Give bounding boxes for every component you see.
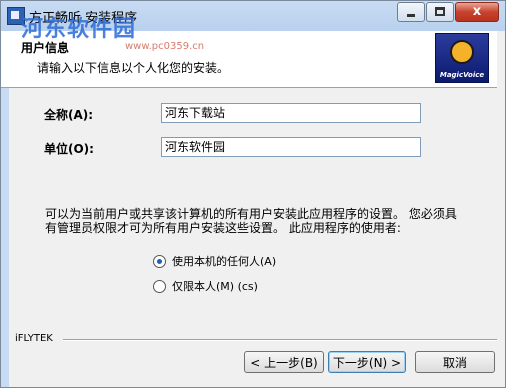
option-only-me-label: 仅限本人(M) (cs) (172, 280, 258, 293)
logo-text: MagicVoice (439, 71, 485, 79)
headset-face-icon (450, 40, 474, 64)
page-subtitle: 请输入以下信息以个人化您的安装。 (37, 61, 230, 75)
radio-only-me[interactable] (153, 279, 166, 293)
back-button[interactable]: < 上一步(B) (244, 351, 324, 373)
brand-label: iFLYTEK (15, 333, 53, 344)
cancel-button[interactable]: 取消 (415, 351, 495, 373)
maximize-button[interactable] (426, 2, 454, 22)
organization-label: 单位(O): (44, 142, 94, 156)
organization-field[interactable]: 河东软件园 (161, 137, 421, 157)
option-anyone-label: 使用本机的任何人(A) (172, 255, 277, 268)
magicvoice-logo: MagicVoice (435, 33, 489, 83)
window-controls: x (396, 2, 499, 22)
option-anyone[interactable]: 使用本机的任何人(A) (153, 253, 276, 269)
fullname-field[interactable]: 河东下载站 (161, 103, 421, 123)
watermark-url: www.pc0359.cn (125, 41, 205, 52)
installer-window: 方正畅听 安装程序 x 用户信息 请输入以下信息以个人化您的安装。 MagicV… (0, 0, 506, 388)
close-button[interactable]: x (455, 2, 499, 22)
watermark-text: 河东软件园 (21, 17, 137, 42)
dialog-client-area: 用户信息 请输入以下信息以个人化您的安装。 MagicVoice 全称(A): … (1, 31, 505, 387)
close-icon: x (472, 4, 482, 19)
fullname-label: 全称(A): (44, 108, 94, 122)
minimize-button[interactable] (397, 2, 425, 22)
next-button[interactable]: 下一步(N) > (328, 351, 406, 373)
option-only-me[interactable]: 仅限本人(M) (cs) (153, 278, 258, 294)
footer-divider (63, 339, 497, 341)
radio-anyone[interactable] (153, 254, 166, 268)
install-scope-notice: 可以为当前用户或共享该计算机的所有用户安装此应用程序的设置。 您必须具有管理员权… (45, 207, 457, 235)
